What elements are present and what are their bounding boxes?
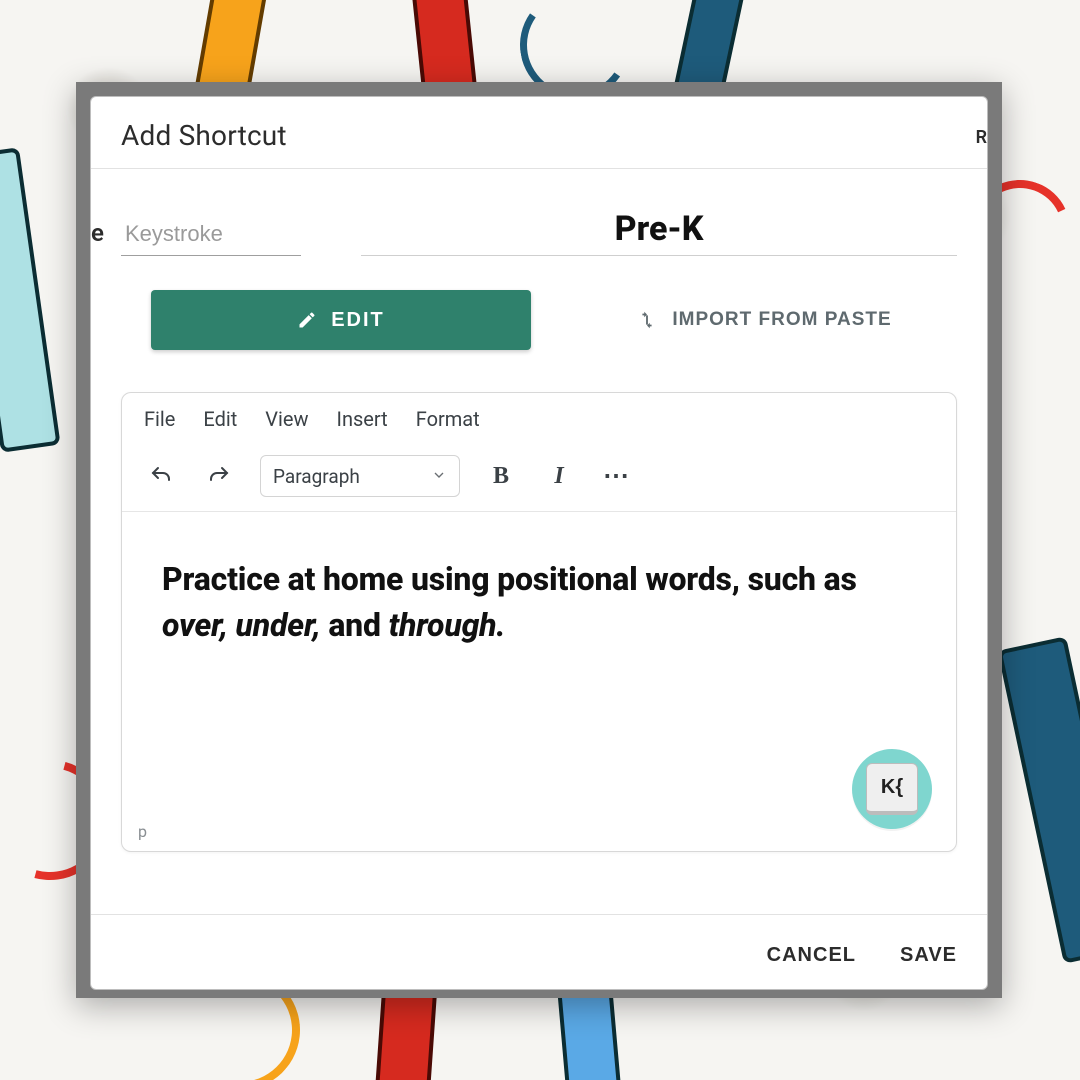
menu-format[interactable]: Format (416, 407, 480, 431)
body-text: Practice at home using positional words,… (162, 560, 857, 598)
app-badge[interactable]: K{ (852, 749, 932, 829)
import-icon (636, 309, 658, 331)
italic-word-through: through. (389, 606, 506, 644)
dialog-title: Add Shortcut (121, 119, 957, 152)
menu-file[interactable]: File (144, 407, 175, 431)
body-conjunction: and (321, 606, 389, 644)
cancel-button[interactable]: CANCEL (767, 944, 856, 967)
bold-button[interactable]: B (484, 459, 518, 493)
italic-button[interactable]: I (542, 459, 576, 493)
undo-icon (149, 464, 173, 488)
edit-button-label: EDIT (331, 309, 385, 332)
undo-button[interactable] (144, 459, 178, 493)
save-button[interactable]: SAVE (900, 944, 957, 967)
modal-backdrop: R e Add Shortcut Pre-K EDIT (76, 82, 1002, 998)
italic-word-under: under, (236, 606, 321, 644)
chevron-down-icon (431, 465, 447, 488)
editor-content[interactable]: Practice at home using positional words,… (122, 512, 956, 669)
obscured-text-left: e (91, 219, 104, 247)
edit-button[interactable]: EDIT (151, 290, 531, 350)
paragraph-style-label: Paragraph (273, 465, 360, 488)
obscured-text-right: R (976, 127, 987, 148)
divider (91, 914, 987, 915)
import-button-label: IMPORT FROM PASTE (672, 309, 891, 331)
editor-menu-bar: File Edit View Insert Format (122, 393, 956, 445)
editor-path-indicator: p (138, 822, 147, 841)
import-from-paste-button[interactable]: IMPORT FROM PASTE (571, 290, 957, 350)
pencil-icon (297, 310, 317, 330)
badge-key-icon: K{ (866, 763, 918, 815)
redo-button[interactable] (202, 459, 236, 493)
italic-word-over: over, (162, 606, 228, 644)
menu-view[interactable]: View (265, 407, 308, 431)
rich-text-editor: File Edit View Insert Format Paragraph (121, 392, 957, 852)
keystroke-input[interactable] (121, 215, 301, 256)
add-shortcut-dialog: R e Add Shortcut Pre-K EDIT (90, 96, 988, 990)
more-options-button[interactable]: ⋯ (600, 459, 634, 493)
paragraph-style-select[interactable]: Paragraph (260, 455, 460, 497)
editor-toolbar: Paragraph B I ⋯ (122, 445, 956, 512)
redo-icon (207, 464, 231, 488)
menu-insert[interactable]: Insert (337, 407, 388, 431)
menu-edit[interactable]: Edit (203, 407, 237, 431)
shortcut-title-field[interactable]: Pre-K (361, 209, 957, 256)
